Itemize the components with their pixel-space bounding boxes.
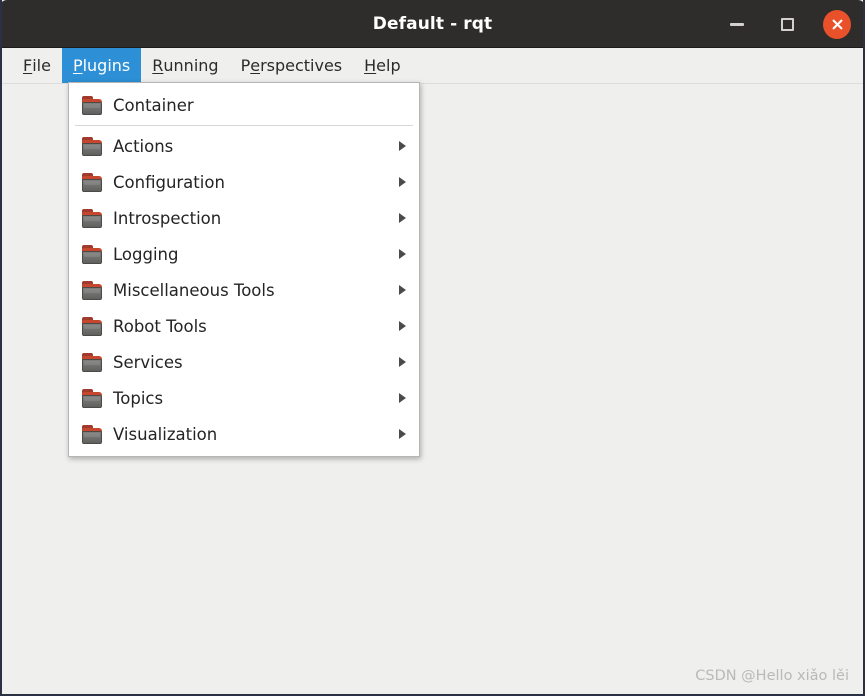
rqt-main-window: Default - rqt File Plugins Running Pe rspect…	[0, 0, 865, 696]
title-bar: Default - rqt	[2, 0, 863, 48]
plugins-dropdown-menu: Container Actions Configuration Introspecti…	[68, 82, 420, 457]
menu-item-label: Configuration	[113, 172, 225, 192]
menu-item-label: Actions	[113, 136, 174, 156]
menubar-item-perspectives[interactable]: Pe rspectives	[230, 48, 354, 83]
submenu-arrow-icon	[399, 357, 406, 367]
menu-item-robot-tools[interactable]: Robot Tools	[69, 308, 419, 344]
folder-icon	[81, 352, 103, 372]
window-controls	[723, 0, 851, 48]
folder-icon	[81, 316, 103, 336]
menu-item-logging[interactable]: Logging	[69, 236, 419, 272]
menubar-item-running[interactable]: Running	[141, 48, 229, 83]
folder-icon	[81, 136, 103, 156]
submenu-arrow-icon	[399, 429, 406, 439]
menubar-accelerator: F	[23, 56, 33, 75]
folder-icon	[81, 95, 103, 115]
submenu-arrow-icon	[399, 213, 406, 223]
menu-item-topics[interactable]: Topics	[69, 380, 419, 416]
submenu-arrow-icon	[399, 285, 406, 295]
menu-item-actions[interactable]: Actions	[69, 128, 419, 164]
watermark-text: CSDN @Hello xiǎo lěi	[695, 668, 849, 684]
menu-item-label: Topics	[113, 388, 164, 408]
folder-icon	[81, 172, 103, 192]
submenu-arrow-icon	[399, 141, 406, 151]
maximize-button[interactable]	[773, 10, 801, 38]
menu-item-label: Introspection	[113, 208, 222, 228]
submenu-arrow-icon	[399, 177, 406, 187]
folder-icon	[81, 244, 103, 264]
menubar-accelerator: H	[364, 56, 377, 75]
folder-icon	[81, 388, 103, 408]
menu-item-configuration[interactable]: Configuration	[69, 164, 419, 200]
menu-item-label: Services	[113, 352, 183, 372]
submenu-arrow-icon	[399, 321, 406, 331]
close-button[interactable]	[823, 9, 851, 39]
menubar-accelerator: e	[250, 56, 261, 75]
menu-item-introspection[interactable]: Introspection	[69, 200, 419, 236]
menu-item-label: Visualization	[113, 424, 218, 444]
menubar-item-plugins[interactable]: Plugins	[61, 48, 142, 83]
menu-separator	[75, 125, 413, 126]
close-icon	[823, 9, 851, 39]
menubar-item-help[interactable]: Help	[353, 48, 411, 83]
submenu-arrow-icon	[399, 393, 406, 403]
maximize-icon	[780, 17, 794, 31]
menu-item-visualization[interactable]: Visualization	[69, 416, 419, 452]
menubar-accelerator: P	[72, 56, 83, 75]
menu-item-label: Robot Tools	[113, 316, 207, 336]
menubar-accelerator: R	[152, 56, 164, 75]
menu-item-services[interactable]: Services	[69, 344, 419, 380]
menu-bar: File Plugins Running Pe rspectives Help	[2, 48, 863, 84]
submenu-arrow-icon	[399, 249, 406, 259]
menu-item-container[interactable]: Container	[69, 87, 419, 123]
window-title: Default - rqt	[372, 13, 493, 34]
folder-icon	[81, 424, 103, 444]
menu-item-label: Miscellaneous Tools	[113, 280, 275, 300]
menu-item-label: Logging	[113, 244, 179, 264]
menubar-item-file[interactable]: File	[12, 48, 62, 83]
minimize-icon	[730, 22, 744, 26]
menu-item-miscellaneous-tools[interactable]: Miscellaneous Tools	[69, 272, 419, 308]
minimize-button[interactable]	[723, 10, 751, 38]
folder-icon	[81, 280, 103, 300]
menu-item-label: Container	[113, 95, 194, 115]
folder-icon	[81, 208, 103, 228]
